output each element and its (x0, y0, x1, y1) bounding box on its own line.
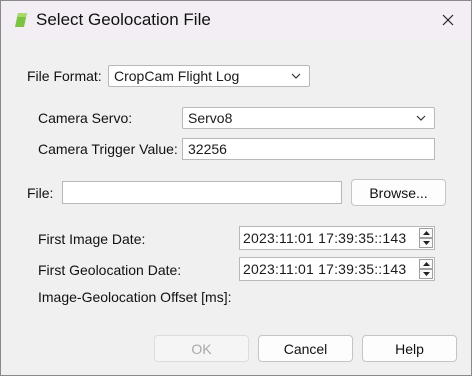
browse-button[interactable]: Browse... (351, 179, 446, 206)
title-bar: Select Geolocation File (1, 1, 471, 39)
file-label: File: (27, 185, 54, 201)
close-button[interactable] (431, 5, 465, 35)
spin-down-button[interactable] (419, 269, 433, 279)
spin-arrows (419, 228, 433, 248)
chevron-down-icon (291, 73, 301, 79)
cancel-button[interactable]: Cancel (258, 335, 353, 362)
close-icon (442, 14, 454, 26)
caret-up-icon (422, 231, 430, 235)
spin-arrows (419, 259, 433, 279)
caret-up-icon (422, 262, 430, 266)
camera-servo-dropdown[interactable]: Servo8 (182, 107, 435, 129)
first-geolocation-date-spinbox[interactable]: 2023:11:01 17:39:35::143 (239, 257, 435, 281)
camera-servo-value: Servo8 (188, 110, 233, 126)
camera-trigger-label: Camera Trigger Value: (38, 141, 178, 157)
select-geolocation-dialog: Select Geolocation File File Format: Cro… (0, 0, 472, 376)
file-format-value: CropCam Flight Log (114, 68, 240, 84)
camera-servo-label: Camera Servo: (38, 110, 133, 126)
spin-up-button[interactable] (419, 259, 433, 269)
dialog-title: Select Geolocation File (36, 10, 211, 29)
green-leaf-icon (15, 13, 27, 27)
file-format-dropdown[interactable]: CropCam Flight Log (108, 65, 310, 87)
first-geolocation-date-value: 2023:11:01 17:39:35::143 (243, 261, 407, 277)
caret-down-icon (422, 241, 430, 245)
offset-label: Image-Geolocation Offset [ms]: (38, 289, 232, 305)
first-image-date-spinbox[interactable]: 2023:11:01 17:39:35::143 (239, 226, 435, 250)
ok-button[interactable]: OK (154, 335, 249, 362)
camera-trigger-value: 32256 (188, 141, 227, 157)
chevron-down-icon (416, 115, 426, 121)
file-path-input[interactable] (62, 181, 342, 204)
file-format-label: File Format: (27, 68, 102, 84)
spin-up-button[interactable] (419, 228, 433, 238)
caret-down-icon (422, 272, 430, 276)
help-button[interactable]: Help (362, 335, 457, 362)
first-image-date-label: First Image Date: (38, 231, 146, 247)
spin-down-button[interactable] (419, 238, 433, 248)
first-geolocation-date-label: First Geolocation Date: (38, 262, 182, 278)
first-image-date-value: 2023:11:01 17:39:35::143 (243, 230, 407, 246)
camera-trigger-input[interactable]: 32256 (182, 138, 435, 160)
